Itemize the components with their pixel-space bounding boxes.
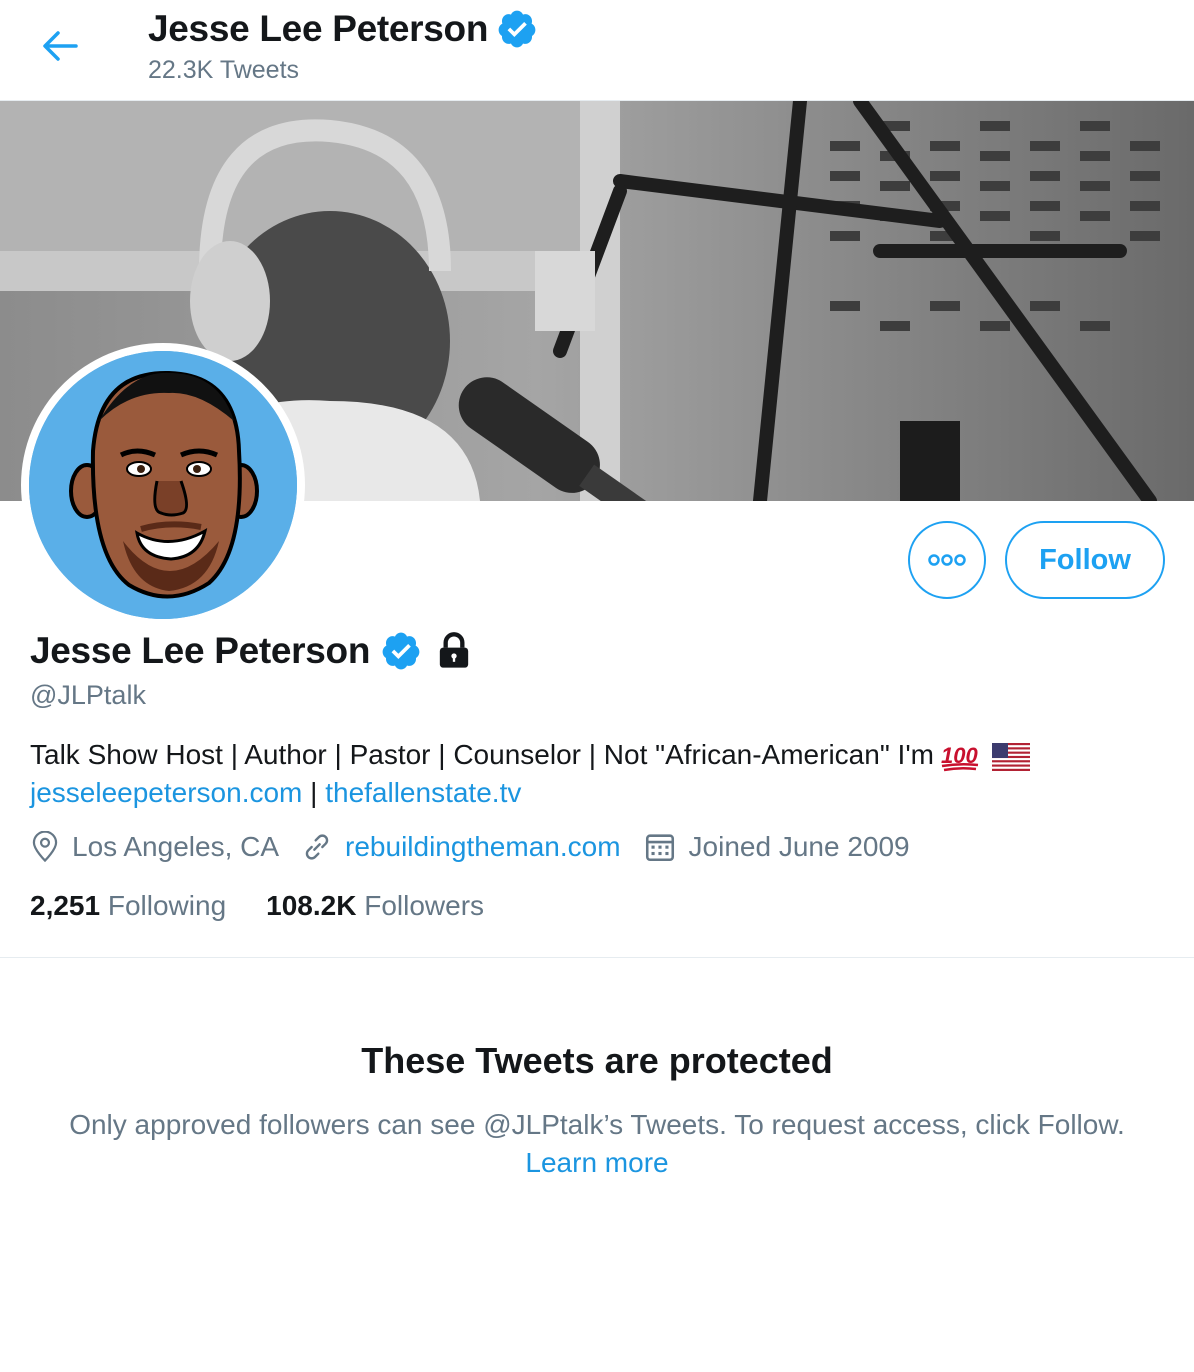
- bio-separator: |: [302, 777, 326, 808]
- bio-link-thefallenstate[interactable]: thefallenstate.tv: [325, 777, 521, 808]
- protected-message: Only approved followers can see @JLPtalk…: [60, 1106, 1134, 1182]
- profile-meta: Los Angeles, CA rebuildingtheman.com Joi…: [30, 830, 932, 864]
- link-icon: [305, 834, 329, 860]
- avatar-frame[interactable]: [21, 343, 305, 627]
- protected-message-text: Only approved followers can see @JLPtalk…: [69, 1109, 1125, 1140]
- followers-label: Followers: [364, 890, 485, 921]
- calendar-icon: [645, 834, 674, 862]
- divider: [0, 957, 1194, 958]
- location-text: Los Angeles, CA: [72, 831, 280, 862]
- profile-name: Jesse Lee Peterson: [30, 630, 371, 671]
- tweet-count: 22.3K Tweets: [148, 56, 300, 84]
- profile-name-row: Jesse Lee Peterson: [30, 630, 474, 672]
- verified-badge-icon: [496, 8, 538, 50]
- hundred-points-icon: 100: [940, 741, 980, 773]
- bio-text: Talk Show Host | Author | Pastor | Couns…: [30, 739, 934, 770]
- followers-stat[interactable]: 108.2K Followers: [266, 890, 484, 922]
- location: Los Angeles, CA: [30, 831, 279, 863]
- location-pin-icon: [32, 831, 58, 863]
- more-options-button[interactable]: [908, 521, 986, 599]
- lock-icon: [434, 631, 474, 671]
- follow-button[interactable]: Follow: [1005, 521, 1165, 599]
- following-count: 2,251: [30, 890, 101, 921]
- following-stat[interactable]: 2,251 Following: [30, 890, 226, 922]
- following-label: Following: [107, 890, 227, 921]
- join-date-text: Joined June 2009: [688, 831, 910, 862]
- avatar: [29, 351, 297, 619]
- us-flag-icon: [991, 742, 1030, 771]
- learn-more-link[interactable]: Learn more: [525, 1147, 668, 1178]
- profile-handle: @JLPtalk: [30, 680, 146, 710]
- website-link[interactable]: rebuildingtheman.com: [345, 831, 621, 863]
- arrow-left-icon: [43, 31, 78, 61]
- bio-link-jesseleepeterson[interactable]: jesseleepeterson.com: [30, 777, 302, 808]
- header-title: Jesse Lee Peterson: [148, 8, 538, 50]
- followers-count: 108.2K: [266, 890, 357, 921]
- profile-page: Jesse Lee Peterson 22.3K Tweets Follow J…: [0, 0, 1194, 1372]
- verified-badge-icon: [380, 630, 422, 672]
- profile-bio: Talk Show Host | Author | Pastor | Couns…: [30, 736, 1170, 812]
- profile-header: Jesse Lee Peterson 22.3K Tweets: [0, 0, 1194, 101]
- website: rebuildingtheman.com: [301, 831, 621, 863]
- protected-title: These Tweets are protected: [361, 1040, 833, 1081]
- header-name: Jesse Lee Peterson: [148, 8, 489, 49]
- join-date: Joined June 2009: [643, 830, 910, 864]
- follow-stats: 2,251 Following 108.2K Followers: [30, 890, 524, 922]
- avatar-cartoon-image: [29, 351, 297, 619]
- more-icon: [928, 554, 966, 566]
- back-button[interactable]: [36, 26, 84, 66]
